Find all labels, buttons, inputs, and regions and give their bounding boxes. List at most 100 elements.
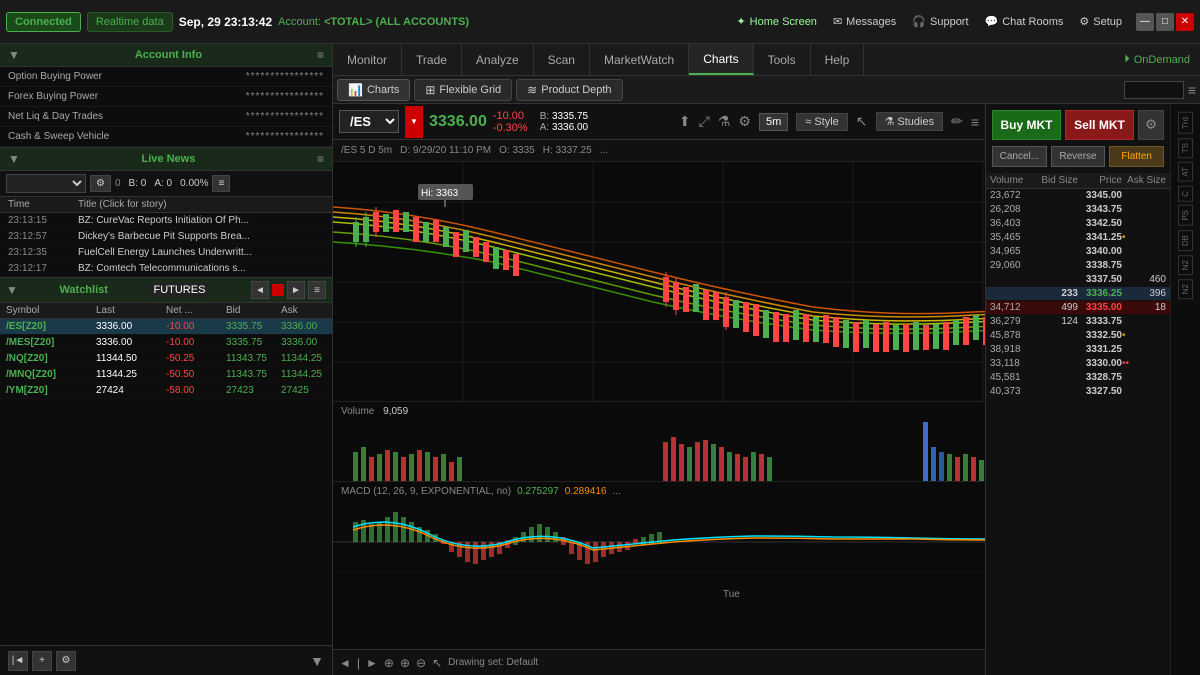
live-news-header[interactable]: ▼ Live News ≡ <box>0 148 332 171</box>
order-book-header: Volume Bid Size Price Ask Size <box>986 173 1170 189</box>
ob-row-13: 45,581 3328.75 <box>986 371 1170 385</box>
top-nav: ✦ Home Screen ✉ Messages 🎧 Support 💬 Cha… <box>736 15 1122 28</box>
ob-row-1: 26,208 3343.75 <box>986 203 1170 217</box>
chart-icon-group: ⬆ ⤢ ⚗ ⚙ 5m ≈ Style ↖ ⚗ Studies <box>679 112 979 131</box>
news-filter-select[interactable] <box>6 174 86 193</box>
chart-menu-icon[interactable]: ≡ <box>971 114 979 130</box>
minimize-button[interactable]: — <box>1136 13 1154 31</box>
tab-analyze[interactable]: Analyze <box>462 44 534 75</box>
tab-tools[interactable]: Tools <box>754 44 811 75</box>
collapse-icon: ▼ <box>8 48 20 62</box>
reverse-button[interactable]: Reverse <box>1051 146 1106 167</box>
sub-tab-charts[interactable]: 📊 Charts <box>337 79 410 101</box>
watchlist-collapse-icon: ▼ <box>6 283 18 297</box>
timeframe-button[interactable]: 5m <box>759 113 788 131</box>
news-row-2[interactable]: 23:12:35 FuelCell Energy Launches Underw… <box>0 245 332 261</box>
bar-chart-icon: 📊 <box>348 83 363 97</box>
macd-chart-svg: 0.2753 2 -2 -4 Tue <box>333 482 985 602</box>
order-book: Volume Bid Size Price Ask Size 23,672 33… <box>986 173 1170 675</box>
watchlist-settings-btn[interactable]: ≡ <box>308 281 326 299</box>
right-label-n2-1[interactable]: N2 <box>1178 255 1193 275</box>
right-label-at[interactable]: AT <box>1178 162 1193 182</box>
chart-cursor-mode[interactable]: ↖ <box>432 656 442 670</box>
account-row-forex: Forex Buying Power **************** <box>0 87 332 107</box>
right-label-ts[interactable]: TS <box>1178 138 1193 158</box>
news-gear-btn[interactable]: ⚙ <box>90 175 111 192</box>
right-label-trd[interactable]: Trd <box>1178 112 1193 134</box>
tab-marketwatch[interactable]: MarketWatch <box>590 44 689 75</box>
ob-row-11: 38,918 3331.25 <box>986 343 1170 357</box>
home-screen-btn[interactable]: ✦ Home Screen <box>736 15 816 28</box>
grid-icon: ⊞ <box>425 83 435 97</box>
ondemand-btn[interactable]: ⏵ OnDemand <box>1114 53 1200 66</box>
expand-icon[interactable]: ⤢ <box>699 113 710 130</box>
chart-zoom-out[interactable]: ⊖ <box>416 656 426 670</box>
current-price: 3336.00 <box>429 113 487 131</box>
support-btn[interactable]: 🎧 Support <box>912 15 968 28</box>
chat-rooms-btn[interactable]: 💬 Chat Rooms <box>985 15 1064 28</box>
right-label-c[interactable]: C <box>1178 186 1193 202</box>
studies-button[interactable]: ⚗ Studies <box>876 112 944 131</box>
sub-tab-list-btn[interactable]: ≡ <box>1188 82 1196 98</box>
buy-market-button[interactable]: Buy MKT <box>992 110 1061 140</box>
account-info-header[interactable]: ▼ Account Info ≡ <box>0 44 332 67</box>
left-bottom-settings[interactable]: ⚙ <box>56 651 76 671</box>
watchlist-next-btn[interactable]: ► <box>287 281 305 299</box>
sell-market-button[interactable]: Sell MKT <box>1065 110 1134 140</box>
news-row-1[interactable]: 23:12:57 Dickey's Barbecue Pit Supports … <box>0 229 332 245</box>
chart-main: /ES ▼ 3336.00 -10.00 -0.30% B: 3335.75 A… <box>333 104 985 675</box>
right-content: Monitor Trade Analyze Scan MarketWatch C… <box>333 44 1200 675</box>
left-bottom-add[interactable]: + <box>32 651 52 671</box>
watchlist-row-2[interactable]: /NQ[Z20] 11344.50 -50.25 11343.75 11344.… <box>0 351 332 367</box>
watchlist-row-0[interactable]: /ES[Z20] 3336.00 -10.00 3335.75 3336.00 <box>0 319 332 335</box>
price-chart-svg: 3370 3360 3350 3340 3336 3329.39 Hi: 336… <box>333 162 985 402</box>
chat-icon: 💬 <box>985 15 999 28</box>
style-button[interactable]: ≈ Style <box>796 113 848 131</box>
watchlist-row-4[interactable]: /YM[Z20] 27424 -58.00 27423 27425 <box>0 383 332 399</box>
sub-tab-right-controls: ≡ <box>1124 81 1196 99</box>
home-icon: ✦ <box>736 15 745 28</box>
news-row-0[interactable]: 23:13:15 BZ: CureVac Reports Initiation … <box>0 213 332 229</box>
cancel-order-button[interactable]: Cancel... <box>992 146 1047 167</box>
cursor-icon[interactable]: ↖ <box>856 113 868 130</box>
news-list-btn[interactable]: ≡ <box>212 175 230 192</box>
tab-charts[interactable]: Charts <box>689 44 753 75</box>
drawing-tools-icon[interactable]: ✏ <box>951 113 963 130</box>
news-row-3[interactable]: 23:12:17 BZ: Comtech Telecommunications … <box>0 261 332 277</box>
chart-pan-left[interactable]: ⊕ <box>384 656 394 670</box>
watchlist-row-3[interactable]: /MNQ[Z20] 11344.25 -50.50 11343.75 11344… <box>0 367 332 383</box>
maximize-button[interactable]: □ <box>1156 13 1174 31</box>
watchlist-prev-btn[interactable]: ◄ <box>251 281 269 299</box>
tab-monitor[interactable]: Monitor <box>333 44 402 75</box>
tab-trade[interactable]: Trade <box>402 44 462 75</box>
sub-tab-flexible-grid[interactable]: ⊞ Flexible Grid <box>414 79 512 101</box>
left-panel: ▼ Account Info ≡ Option Buying Power ***… <box>0 44 333 675</box>
ob-row-5: 29,060 3338.75 <box>986 259 1170 273</box>
right-label-db[interactable]: DB <box>1178 230 1193 251</box>
price-changes: -10.00 -0.30% <box>493 110 528 134</box>
chart-scroll-right[interactable]: ► <box>366 656 378 670</box>
symbol-selector[interactable]: /ES <box>339 110 399 133</box>
tab-scan[interactable]: Scan <box>534 44 590 75</box>
share-icon[interactable]: ⬆ <box>679 113 691 130</box>
order-settings-button[interactable]: ⚙ <box>1138 110 1164 140</box>
watchlist-row-1[interactable]: /MES[Z20] 3336.00 -10.00 3335.75 3336.00 <box>0 335 332 351</box>
left-bottom-prev[interactable]: |◄ <box>8 651 28 671</box>
chart-zoom-in[interactable]: ⊕ <box>400 656 410 670</box>
flask-icon[interactable]: ⚗ <box>718 113 731 130</box>
chart-container: /ES ▼ 3336.00 -10.00 -0.30% B: 3335.75 A… <box>333 104 1200 675</box>
close-button[interactable]: ✕ <box>1176 13 1194 31</box>
flatten-button[interactable]: Flatten <box>1109 146 1164 167</box>
left-bottom-scroll[interactable]: ▼ <box>310 653 324 669</box>
right-label-n2-2[interactable]: N2 <box>1178 279 1193 299</box>
ob-row-14: 40,373 3327.50 <box>986 385 1170 399</box>
chart-scroll-left[interactable]: ◄ <box>339 656 351 670</box>
setup-btn[interactable]: ⚙ Setup <box>1079 15 1122 28</box>
chart-settings-icon[interactable]: ⚙ <box>738 113 751 130</box>
chart-open-info: O: 3335 <box>499 145 535 156</box>
right-label-ps[interactable]: PS <box>1178 205 1193 226</box>
sub-tab-product-depth[interactable]: ≋ Product Depth <box>516 79 622 101</box>
tab-help[interactable]: Help <box>811 44 865 75</box>
messages-btn[interactable]: ✉ Messages <box>833 15 896 28</box>
style-icon: ≈ <box>805 116 811 128</box>
